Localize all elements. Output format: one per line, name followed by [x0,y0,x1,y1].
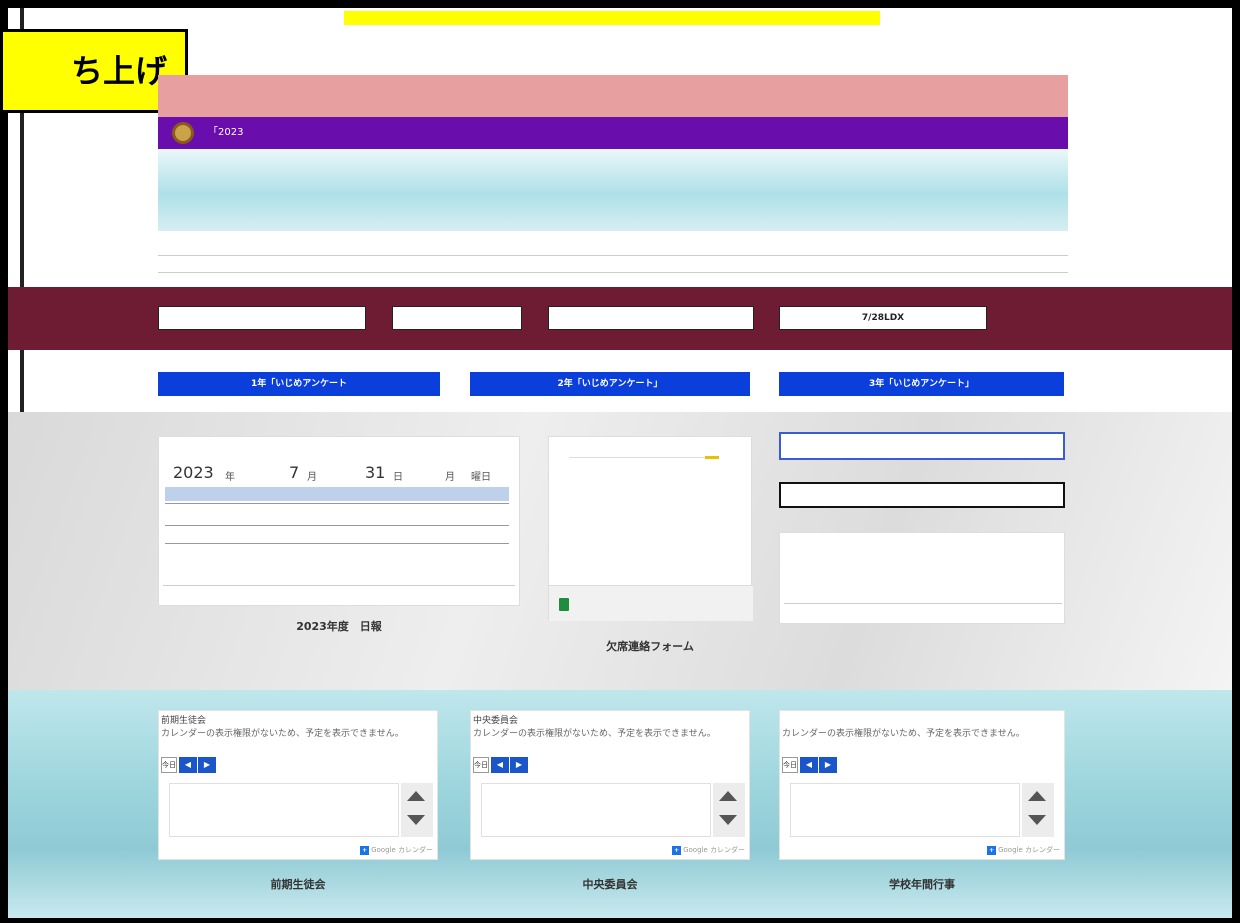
month-unit: 月 [307,472,317,483]
form-preview-accent [705,456,719,459]
page: { "header": { "top_banner": "", "callout… [0,0,1240,923]
calendar-embed-3: カレンダーの表示権限がないため、予定を表示できません。 今日 ◀ ▶ + Goog… [779,710,1065,860]
frame-left-border [0,0,8,923]
survey-button-grade-3[interactable]: 3年「いじめアンケート」 [779,372,1064,396]
right-button-1[interactable] [779,432,1065,460]
row-divider [165,543,509,544]
calendar-caption-3: 学校年間行事 [889,878,955,891]
calendar-scrollbar[interactable] [1022,783,1054,837]
right-button-2[interactable] [779,482,1065,508]
frame-bottom-border [0,918,1240,923]
calendar-message: カレンダーの表示権限がないため、予定を表示できません。 [782,729,1025,739]
google-calendar-link[interactable]: + Google カレンダー [987,845,1060,855]
calendar-nav: 今日 ◀ ▶ [782,757,1058,773]
google-calendar-icon: + [360,845,370,855]
divider-line [158,255,1068,256]
date-row: 2023 年 7 月 31 日 月 曜日 [165,463,505,483]
scroll-down-icon[interactable] [1028,815,1046,825]
calendar-nav: 今日 ◀ ▶ [473,757,749,773]
calendar-message: カレンダーの表示権限がないため、予定を表示できません。 [473,729,716,739]
scroll-down-icon[interactable] [407,815,425,825]
calendar-nav: 今日 ◀ ▶ [161,757,437,773]
calendar-scrollbar[interactable] [713,783,745,837]
next-arrow-icon[interactable]: ▶ [198,757,216,773]
right-doc-card[interactable] [779,532,1065,624]
row-divider [165,525,509,526]
year-value[interactable]: 2023 [173,463,214,482]
link-button-3[interactable] [548,306,754,330]
form-caption: 欠席連絡フォーム [606,640,694,653]
daily-report-card: 2023 年 7 月 31 日 月 曜日 [158,436,520,606]
calendar-caption-1: 前期生徒会 [270,878,326,891]
google-calendar-icon: + [987,845,997,855]
calendar-list [481,783,711,837]
prev-arrow-icon[interactable]: ◀ [491,757,509,773]
google-calendar-link[interactable]: + Google カレンダー [672,845,745,855]
weekday-value[interactable]: 月 [445,468,455,483]
right-doc-tabs [784,603,1062,619]
google-sheets-icon [559,598,569,611]
wave-panel [158,149,1068,231]
calendar-title: 中央委員会 [473,716,519,726]
today-button[interactable]: 今日 [473,757,489,773]
calendar-embed-1: 前期生徒会 カレンダーの表示権限がないため、予定を表示できません。 今日 ◀ ▶… [158,710,438,860]
form-footer [549,585,753,621]
calendar-message: カレンダーの表示権限がないため、予定を表示できません。 [161,729,404,739]
form-preview-card[interactable] [548,436,753,621]
day-value[interactable]: 31 [365,463,385,482]
selected-row[interactable] [165,487,509,501]
frame-right-border [1232,0,1240,923]
google-calendar-label: Google カレンダー [371,846,433,854]
year-unit: 年 [225,472,235,483]
today-button[interactable]: 今日 [782,757,798,773]
calendar-embed-2: 中央委員会 カレンダーの表示権限がないため、予定を表示できません。 今日 ◀ ▶… [470,710,750,860]
next-arrow-icon[interactable]: ▶ [819,757,837,773]
daily-report-caption: 2023年度 日報 [296,620,382,633]
top-banner [344,11,880,25]
purple-title-bar[interactable]: 「2023 [158,117,1068,149]
scroll-up-icon[interactable] [719,791,737,801]
scroll-up-icon[interactable] [1028,791,1046,801]
link-button-1[interactable] [158,306,366,330]
calendar-scrollbar[interactable] [401,783,433,837]
frame-top-border [0,0,1240,8]
scroll-down-icon[interactable] [719,815,737,825]
today-button[interactable]: 今日 [161,757,177,773]
survey-button-grade-1[interactable]: 1年「いじめアンケート [158,372,440,396]
scroll-up-icon[interactable] [407,791,425,801]
calendar-list [790,783,1020,837]
calendar-caption-2: 中央委員会 [582,878,638,891]
google-calendar-icon: + [672,845,682,855]
divider-line [158,272,1068,273]
link-button-2[interactable] [392,306,522,330]
google-calendar-label: Google カレンダー [998,846,1060,854]
weekday-unit: 曜日 [471,472,491,483]
link-button-4[interactable]: 7/28LDX [779,306,987,330]
calendar-list [169,783,399,837]
row-divider [165,503,509,504]
next-arrow-icon[interactable]: ▶ [510,757,528,773]
pink-announcement-bar [158,75,1068,117]
google-calendar-label: Google カレンダー [683,846,745,854]
month-value[interactable]: 7 [289,463,299,482]
calendar-title: 前期生徒会 [161,716,207,726]
school-logo-icon [172,122,194,144]
google-calendar-link[interactable]: + Google カレンダー [360,845,433,855]
day-unit: 日 [393,472,403,483]
survey-button-grade-2[interactable]: 2年「いじめアンケート」 [470,372,750,396]
sheet-tabs [163,585,515,601]
prev-arrow-icon[interactable]: ◀ [179,757,197,773]
prev-arrow-icon[interactable]: ◀ [800,757,818,773]
form-preview-line [569,457,719,458]
